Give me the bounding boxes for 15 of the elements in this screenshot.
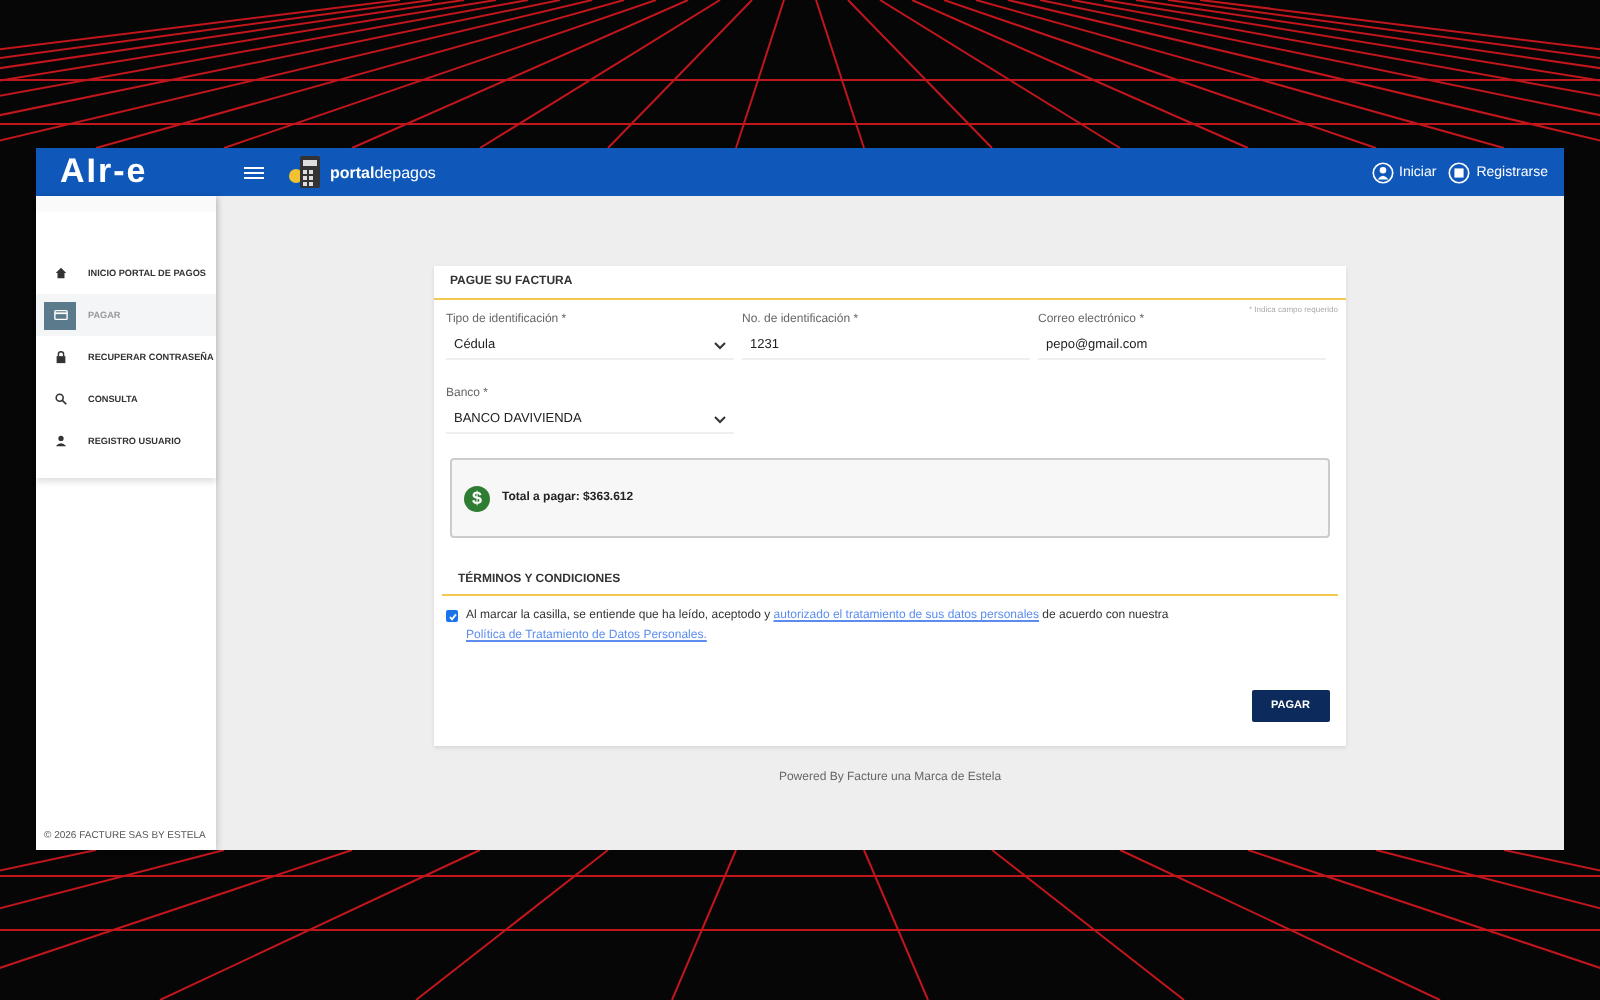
card-icon bbox=[53, 308, 67, 322]
search-icon bbox=[53, 392, 67, 406]
chevron-down-icon bbox=[714, 415, 726, 423]
dollar-icon: $ bbox=[464, 485, 490, 511]
home-icon bbox=[53, 266, 67, 280]
person-icon bbox=[53, 434, 67, 448]
portal-title: portaldepagos bbox=[330, 163, 436, 181]
chevron-down-icon bbox=[714, 341, 726, 349]
form-icon bbox=[1448, 161, 1471, 183]
lock-icon bbox=[53, 350, 67, 364]
calculator-icon bbox=[288, 154, 324, 190]
user-icon bbox=[1371, 161, 1394, 183]
logo: AIr-e bbox=[58, 152, 150, 192]
menu-icon[interactable] bbox=[244, 165, 264, 179]
checkbox[interactable] bbox=[446, 610, 458, 622]
